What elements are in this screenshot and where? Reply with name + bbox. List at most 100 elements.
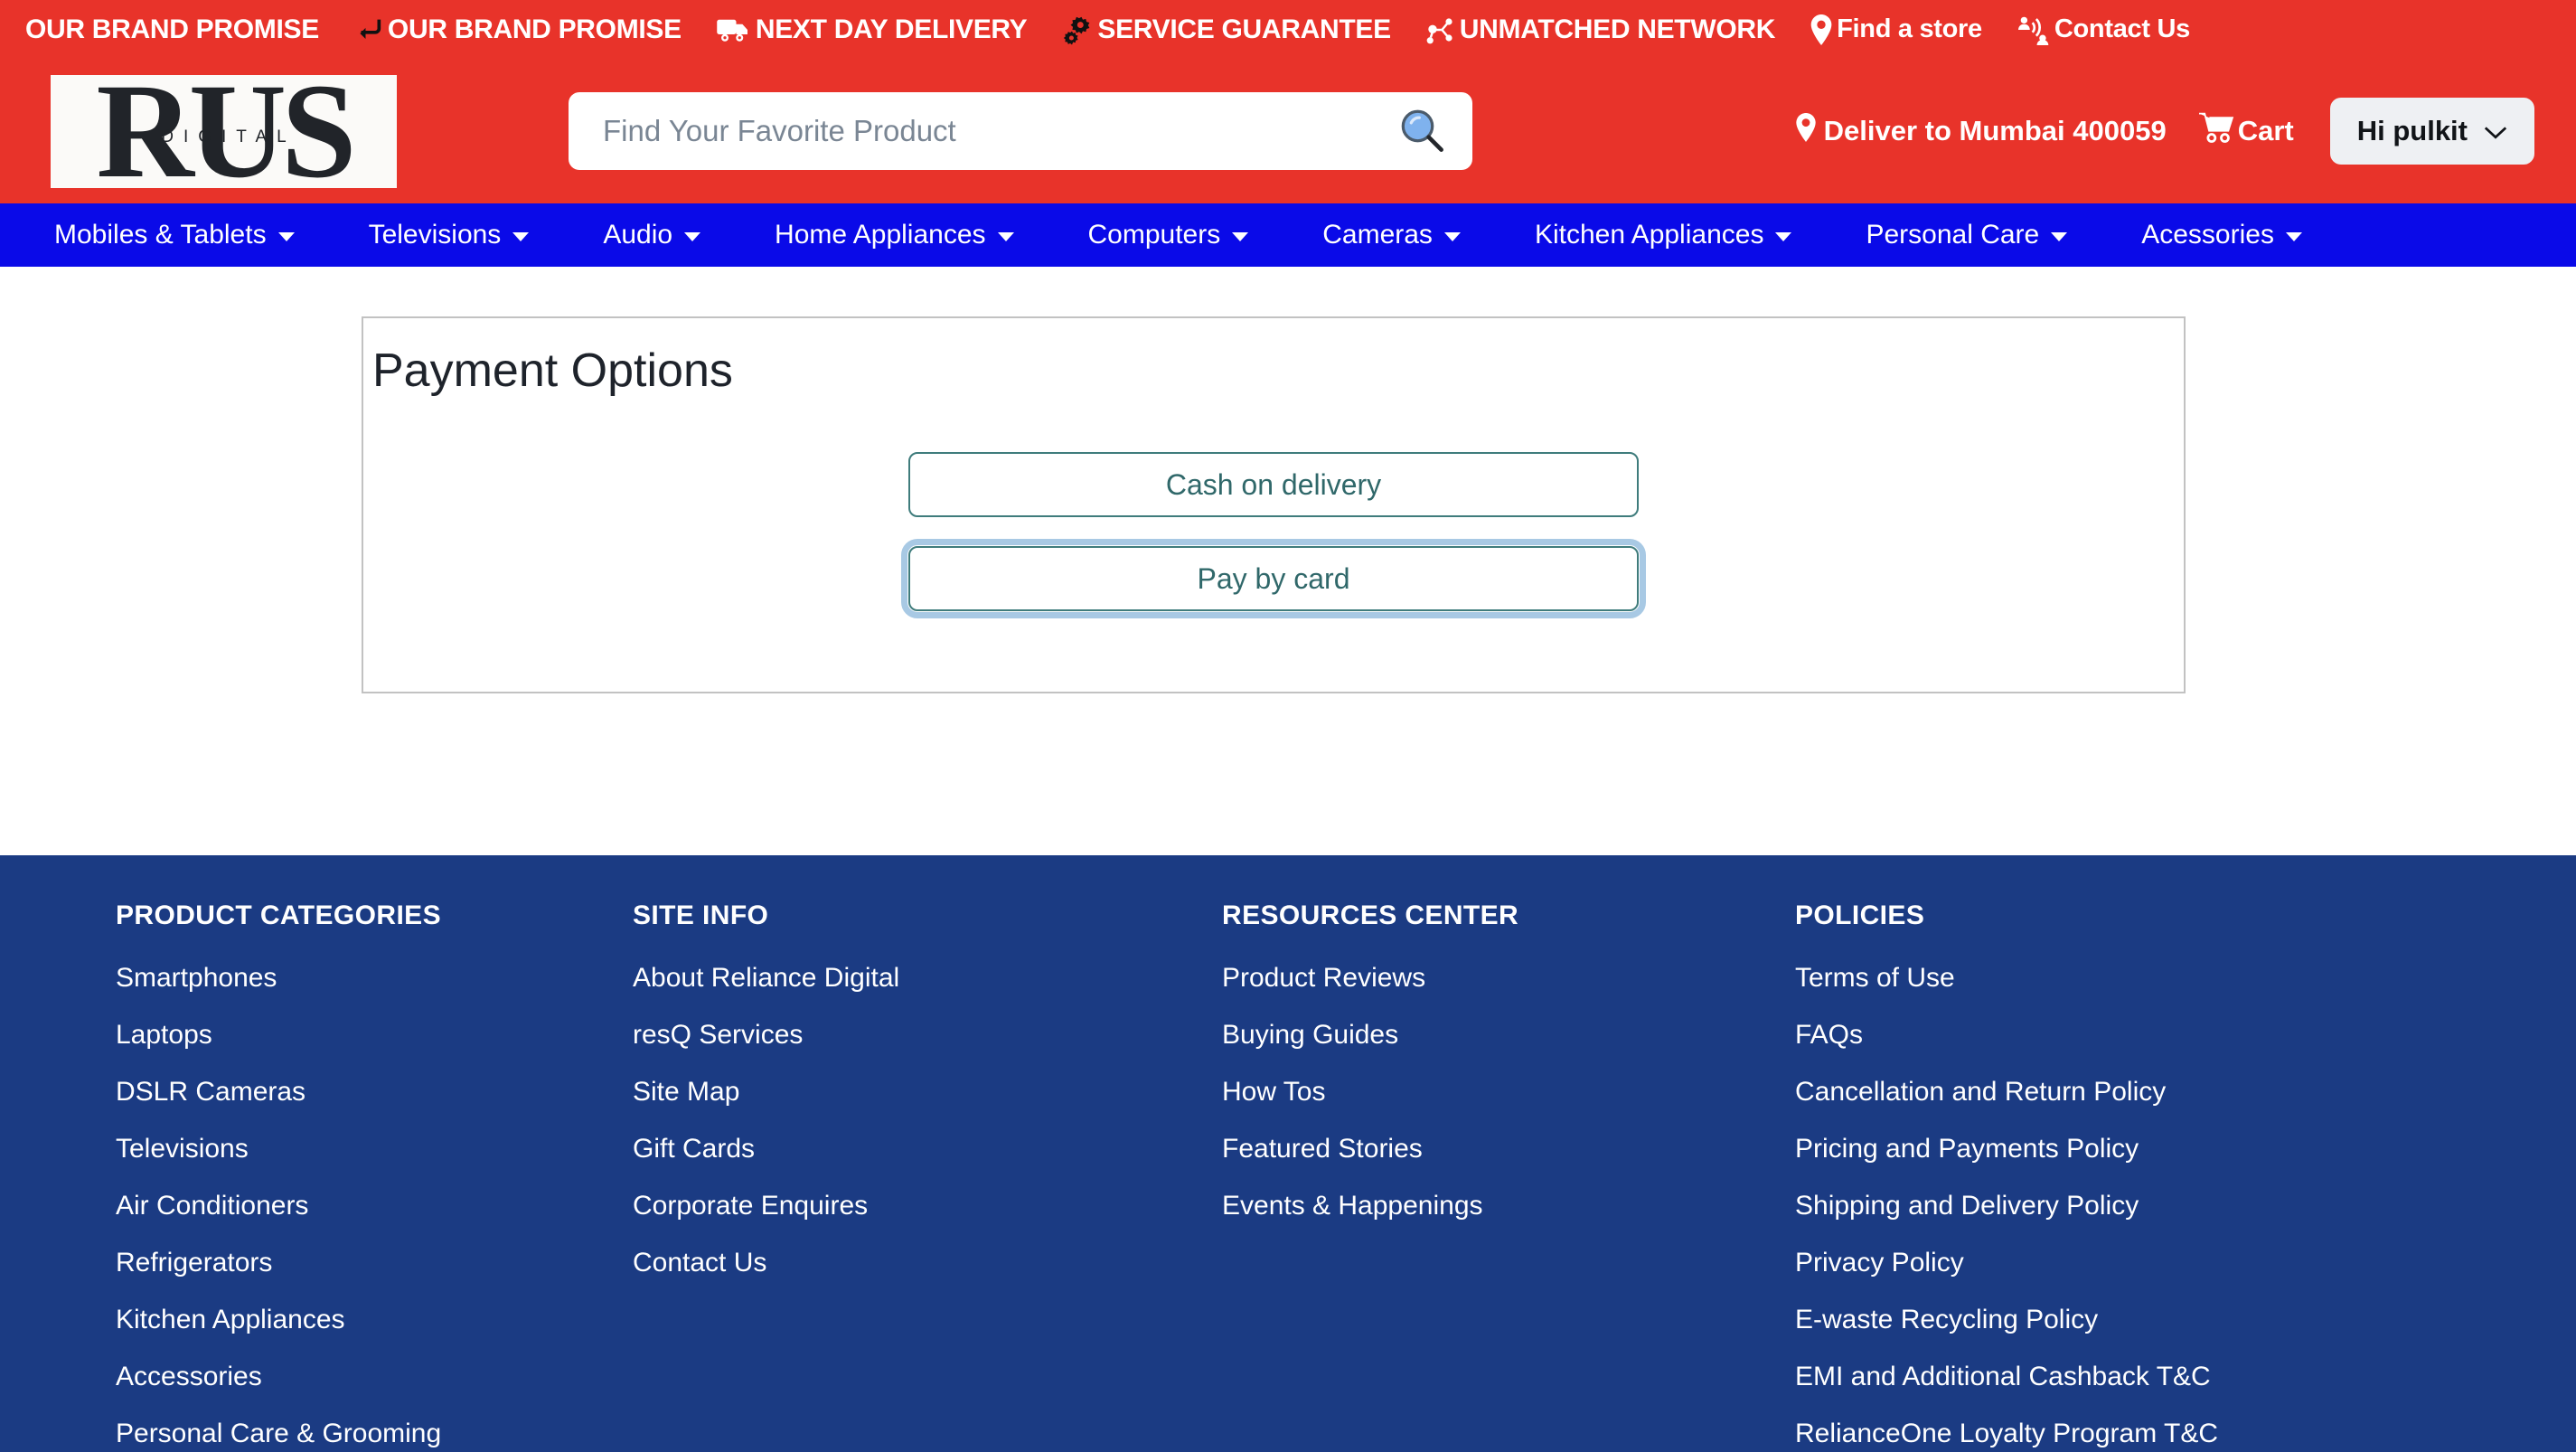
gears-icon [1061, 14, 1094, 46]
chevron-down-icon [2051, 232, 2068, 241]
promo-label: Contact Us [2054, 14, 2190, 43]
cart-button[interactable]: Cart [2198, 112, 2294, 150]
footer-link[interactable]: EMI and Additional Cashback T&C [1795, 1362, 2395, 1392]
nav-item-computers[interactable]: Computers [1088, 220, 1249, 250]
footer-link[interactable]: DSLR Cameras [116, 1077, 588, 1108]
deliver-to-button[interactable]: Deliver to Mumbai 400059 [1795, 113, 2167, 149]
location-pin-icon [1810, 14, 1833, 45]
footer-link[interactable]: Pricing and Payments Policy [1795, 1134, 2395, 1164]
promo-label: SERVICE GUARANTEE [1097, 14, 1391, 44]
footer-link[interactable]: Shipping and Delivery Policy [1795, 1191, 2395, 1221]
promo-item-unmatched-network: UNMATCHED NETWORK [1425, 14, 1775, 46]
cash-on-delivery-button[interactable]: Cash on delivery [908, 452, 1639, 517]
footer-link[interactable]: Contact Us [633, 1248, 1175, 1278]
promo-label: NEXT DAY DELIVERY [755, 14, 1028, 44]
footer-column-title: SITE INFO [633, 900, 769, 930]
footer-link[interactable]: Accessories [116, 1362, 588, 1392]
chevron-down-icon [1232, 232, 1249, 241]
footer-link[interactable]: Kitchen Appliances [116, 1305, 588, 1335]
footer-link[interactable]: Buying Guides [1222, 1020, 1763, 1051]
search-button[interactable] [1395, 104, 1449, 158]
promo-item-brand-promise-2: OUR BRAND PROMISE [353, 14, 682, 45]
footer-link[interactable]: Featured Stories [1222, 1134, 1763, 1164]
delivery-truck-icon [716, 15, 752, 44]
account-label: Hi pulkit [2356, 115, 2468, 146]
footer-link[interactable]: resQ Services [633, 1020, 1175, 1051]
footer-link[interactable]: Air Conditioners [116, 1191, 588, 1221]
footer-link[interactable]: Gift Cards [633, 1134, 1175, 1164]
footer-link[interactable]: Privacy Policy [1795, 1248, 2395, 1278]
promo-item-find-a-store[interactable]: Find a store [1810, 14, 1982, 45]
nav-item-home-appliances[interactable]: Home Appliances [775, 220, 1014, 250]
nav-item-audio[interactable]: Audio [603, 220, 701, 250]
nav-item-label: Televisions [368, 220, 502, 250]
nav-item-cameras[interactable]: Cameras [1322, 220, 1461, 250]
footer-link[interactable]: Televisions [116, 1134, 588, 1164]
footer-link[interactable]: FAQs [1795, 1020, 2395, 1051]
main-content: Payment Options Cash on delivery Pay by … [0, 267, 2576, 855]
contact-support-icon [2017, 14, 2051, 45]
footer-link[interactable]: Site Map [633, 1077, 1175, 1108]
footer-link[interactable]: Product Reviews [1222, 963, 1763, 994]
nav-item-label: Acessories [2141, 220, 2274, 250]
nav-item-mobiles-tablets[interactable]: Mobiles & Tablets [54, 220, 295, 250]
nav-item-kitchen-appliances[interactable]: Kitchen Appliances [1535, 220, 1792, 250]
promo-item-service-guarantee: SERVICE GUARANTEE [1061, 14, 1391, 46]
footer-link[interactable]: Events & Happenings [1222, 1191, 1763, 1221]
footer-column-title: POLICIES [1795, 900, 1925, 930]
nav-item-label: Personal Care [1866, 220, 2040, 250]
search-input[interactable] [603, 114, 1395, 148]
site-header: RUS DIGITAL Deliver to Mumbai 400059 [0, 59, 2576, 203]
pay-by-card-button[interactable]: Pay by card [901, 539, 1646, 618]
nav-item-personal-care[interactable]: Personal Care [1866, 220, 2068, 250]
footer-link[interactable]: Smartphones [116, 963, 588, 994]
footer-link[interactable]: Personal Care & Grooming [116, 1419, 588, 1449]
footer-link[interactable]: Corporate Enquires [633, 1191, 1175, 1221]
footer-link[interactable]: Refrigerators [116, 1248, 588, 1278]
footer-link[interactable]: E-waste Recycling Policy [1795, 1305, 2395, 1335]
payment-option-label: Cash on delivery [1165, 467, 1382, 501]
location-pin-icon [1795, 113, 1817, 149]
nav-item-label: Audio [603, 220, 673, 250]
payment-options-list: Cash on delivery Pay by card [363, 452, 2184, 618]
nav-item-acessories[interactable]: Acessories [2141, 220, 2302, 250]
footer-link[interactable]: Cancellation and Return Policy [1795, 1077, 2395, 1108]
footer-link[interactable]: RelianceOne Loyalty Program T&C [1795, 1419, 2395, 1449]
account-menu-button[interactable]: Hi pulkit [2329, 98, 2534, 165]
promo-label: OUR BRAND PROMISE [387, 14, 682, 44]
footer-link[interactable]: Terms of Use [1795, 963, 2395, 994]
chevron-down-icon [1775, 232, 1792, 241]
site-footer: PRODUCT CATEGORIES Smartphones Laptops D… [0, 855, 2576, 1452]
promo-bar: OUR BRAND PROMISE OUR BRAND PROMISE NEXT… [0, 0, 2576, 59]
nav-item-label: Computers [1087, 220, 1221, 250]
return-arrow-icon [353, 14, 384, 45]
promo-item-contact-us[interactable]: Contact Us [2017, 14, 2190, 45]
promo-item-next-day-delivery: NEXT DAY DELIVERY [716, 14, 1028, 45]
chevron-down-icon [997, 232, 1014, 241]
footer-column-site-info: SITE INFO About Reliance Digital resQ Se… [588, 900, 1175, 1452]
search-bar[interactable] [569, 92, 1472, 170]
footer-column-title: PRODUCT CATEGORIES [116, 900, 441, 930]
chevron-down-icon [2285, 232, 2302, 241]
promo-item-brand-promise-1: OUR BRAND PROMISE [25, 14, 319, 45]
nav-item-televisions[interactable]: Televisions [369, 220, 530, 250]
footer-column-policies: POLICIES Terms of Use FAQs Cancellation … [1763, 900, 2395, 1452]
site-logo[interactable]: RUS DIGITAL [51, 74, 397, 188]
page-title: Payment Options [372, 344, 733, 397]
footer-column-resources-center: RESOURCES CENTER Product Reviews Buying … [1175, 900, 1763, 1452]
promo-label: UNMATCHED NETWORK [1459, 14, 1776, 44]
chevron-down-icon [512, 232, 530, 241]
logo-subtext: DIGITAL [161, 127, 296, 146]
search-icon [1397, 106, 1446, 157]
nav-item-label: Mobiles & Tablets [54, 220, 267, 250]
promo-label: OUR BRAND PROMISE [25, 14, 319, 44]
promo-label: Find a store [1837, 14, 1982, 43]
nav-item-label: Cameras [1322, 220, 1433, 250]
footer-link[interactable]: About Reliance Digital [633, 963, 1175, 994]
nav-item-label: Home Appliances [775, 220, 986, 250]
footer-link[interactable]: Laptops [116, 1020, 588, 1051]
footer-column-title: RESOURCES CENTER [1222, 900, 1519, 930]
chevron-down-icon [2484, 115, 2507, 147]
footer-link[interactable]: How Tos [1222, 1077, 1763, 1108]
header-actions: Deliver to Mumbai 400059 Cart Hi pulkit [1795, 98, 2576, 165]
